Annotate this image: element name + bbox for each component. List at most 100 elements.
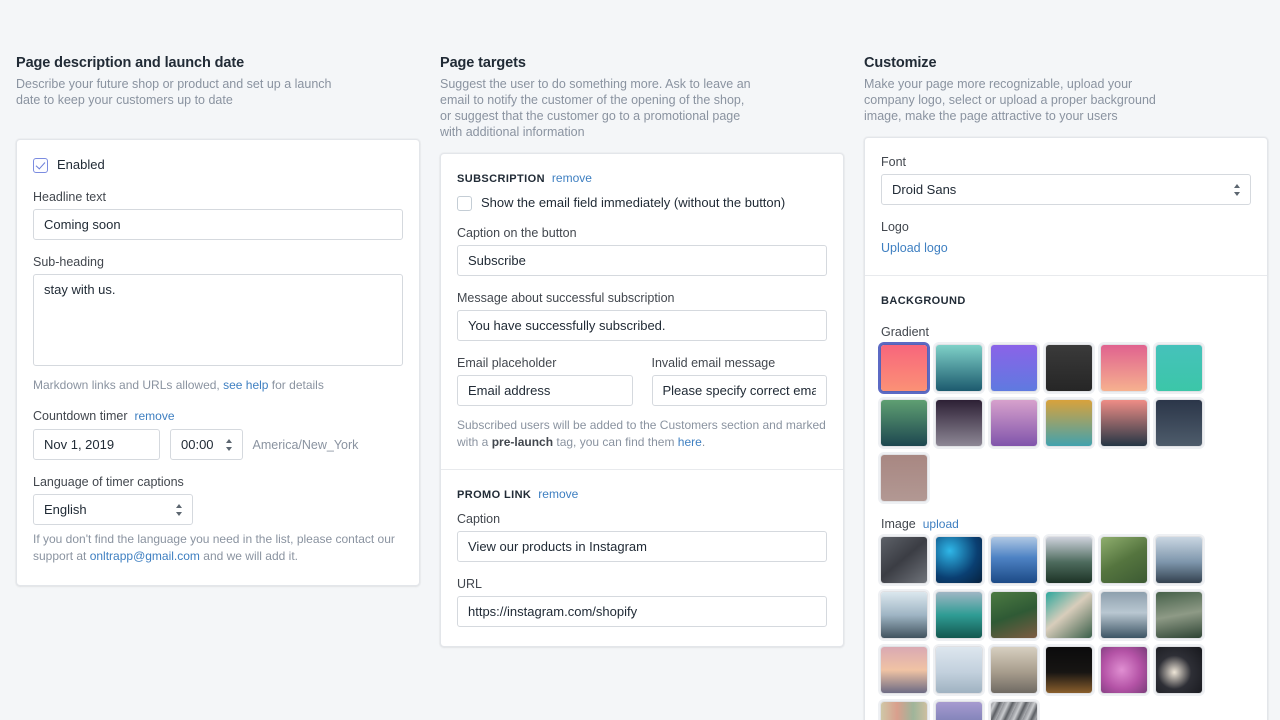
email-placeholder-field: Email placeholder — [457, 355, 633, 406]
gradient-mauve[interactable] — [881, 455, 927, 501]
upload-image-link[interactable]: upload — [923, 517, 959, 531]
gradient-midnight[interactable] — [1156, 400, 1202, 446]
subscription-remove-link[interactable]: remove — [552, 171, 592, 185]
promo-url-input[interactable] — [457, 596, 827, 627]
gradient-pink-peach[interactable] — [1101, 345, 1147, 391]
image-label-row: Image upload — [881, 517, 1251, 531]
image-night-city[interactable] — [1046, 647, 1092, 693]
image-blue-bubbles[interactable] — [936, 537, 982, 583]
headline-field: Headline text — [33, 189, 403, 240]
column-page-description: Page description and launch date Describ… — [16, 55, 420, 720]
gradient-gold-teal[interactable] — [1046, 400, 1092, 446]
image-bridge-underpass[interactable] — [1101, 592, 1147, 638]
language-select[interactable]: English — [33, 494, 193, 525]
image-icy-waves[interactable] — [881, 592, 927, 638]
page-description-subtitle: Describe your future shop or product and… — [16, 77, 332, 107]
image-lake-dusk[interactable] — [1046, 537, 1092, 583]
subscribed-help-mid: tag, you can find them — [553, 435, 678, 449]
promo-heading-row: PROMO LINK remove — [457, 487, 827, 501]
markdown-help-pre: Markdown links and URLs allowed, — [33, 378, 224, 392]
pre-launch-tag: pre-launch — [491, 435, 554, 449]
success-message-input[interactable] — [457, 310, 827, 341]
gradient-violet-blue[interactable] — [991, 345, 1037, 391]
launch-time-value: 00:00 — [181, 437, 214, 452]
image-grey-texture[interactable] — [991, 702, 1037, 720]
page-description-title: Page description and launch date — [16, 55, 245, 71]
email-placeholder-input[interactable] — [457, 375, 633, 406]
image-coastline[interactable] — [1046, 592, 1092, 638]
promo-remove-link[interactable]: remove — [538, 487, 578, 501]
image-bokeh-lights[interactable] — [1156, 647, 1202, 693]
background-heading: BACKGROUND — [881, 295, 966, 307]
show-email-checkbox-row[interactable]: Show the email field immediately (withou… — [457, 195, 827, 211]
customers-here-link[interactable]: here — [678, 435, 702, 449]
font-field: Font Droid Sans — [881, 154, 1251, 205]
gradient-teal-navy[interactable] — [936, 345, 982, 391]
image-bridge-underpass-preview — [1101, 592, 1147, 638]
image-empty-street[interactable] — [991, 647, 1037, 693]
column-page-targets: Page targets Suggest the user to do some… — [440, 55, 844, 720]
image-foggy-sea[interactable] — [936, 647, 982, 693]
enabled-checkbox-row[interactable]: Enabled — [33, 157, 403, 173]
promo-caption-input[interactable] — [457, 531, 827, 562]
customize-subtitle: Make your page more recognizable, upload… — [864, 77, 1156, 123]
date-time-row: 00:00 America/New_York — [33, 429, 403, 460]
image-blue-blur[interactable] — [991, 537, 1037, 583]
font-logo-section: Font Droid Sans Logo Upload logo — [865, 138, 1267, 275]
email-fields-row: Email placeholder Invalid email message — [457, 355, 827, 406]
show-email-checkbox[interactable] — [457, 195, 472, 211]
image-misty-mountain[interactable] — [1156, 537, 1202, 583]
gradient-charcoal[interactable] — [1046, 345, 1092, 391]
promo-link-section: PROMO LINK remove Caption URL — [441, 469, 843, 646]
promo-url-label: URL — [457, 577, 483, 591]
countdown-remove-link[interactable]: remove — [135, 409, 175, 423]
gradient-mint-teal[interactable] — [1156, 345, 1202, 391]
font-select[interactable]: Droid Sans — [881, 174, 1251, 205]
gradient-plum-grey[interactable] — [936, 400, 982, 446]
image-turquoise-lagoon[interactable] — [936, 592, 982, 638]
markdown-help-text: Markdown links and URLs allowed, see hel… — [33, 377, 403, 394]
image-city-hills[interactable] — [1156, 592, 1202, 638]
language-help-text: If you don't find the language you need … — [33, 531, 403, 565]
image-corridor[interactable] — [881, 537, 927, 583]
customize-card: Font Droid Sans Logo Upload logo BACKGRO… — [864, 137, 1268, 720]
gradient-salmon-navy[interactable] — [1101, 400, 1147, 446]
invalid-email-input[interactable] — [651, 375, 827, 406]
image-label: Image — [881, 517, 916, 531]
headline-input[interactable] — [33, 209, 403, 240]
image-painted-wood[interactable] — [881, 702, 927, 720]
enabled-checkbox[interactable] — [33, 157, 48, 173]
gradient-coral-red[interactable] — [881, 345, 927, 391]
timezone-label: America/New_York — [252, 437, 359, 452]
image-rain-window-preview — [936, 702, 982, 720]
language-label: Language of timer captions — [33, 475, 184, 489]
font-value: Droid Sans — [892, 182, 957, 197]
subscription-section: SUBSCRIPTION remove Show the email field… — [441, 154, 843, 469]
image-purple-flowers[interactable] — [1101, 647, 1147, 693]
promo-caption-field: Caption — [457, 511, 827, 562]
promo-url-field: URL — [457, 576, 827, 627]
page-targets-subtitle: Suggest the user to do something more. A… — [440, 77, 751, 139]
gradient-swatch-grid — [881, 345, 1251, 501]
image-green-forest[interactable] — [991, 592, 1037, 638]
image-blue-bubbles-preview — [936, 537, 982, 583]
image-sunset-harbor[interactable] — [881, 647, 927, 693]
gradient-label: Gradient — [881, 325, 929, 339]
settings-page: Page description and launch date Describ… — [0, 0, 1280, 720]
subheading-textarea[interactable]: stay with us. — [33, 274, 403, 366]
button-caption-label: Caption on the button — [457, 226, 577, 240]
see-help-link[interactable]: see help — [223, 378, 268, 392]
image-rain-window[interactable] — [936, 702, 982, 720]
launch-date-input[interactable] — [33, 429, 160, 460]
support-email-link[interactable]: onltrapp@gmail.com — [90, 549, 200, 563]
success-message-label: Message about successful subscription — [457, 291, 675, 305]
upload-logo-link[interactable]: Upload logo — [881, 241, 948, 255]
image-empty-street-preview — [991, 647, 1037, 693]
gradient-green-slate[interactable] — [881, 400, 927, 446]
image-aerial-field[interactable] — [1101, 537, 1147, 583]
launch-time-stepper[interactable]: 00:00 — [170, 429, 243, 460]
image-turquoise-lagoon-preview — [936, 592, 982, 638]
gradient-orchid-purple[interactable] — [991, 400, 1037, 446]
button-caption-input[interactable] — [457, 245, 827, 276]
language-field: Language of timer captions English If yo… — [33, 474, 403, 565]
